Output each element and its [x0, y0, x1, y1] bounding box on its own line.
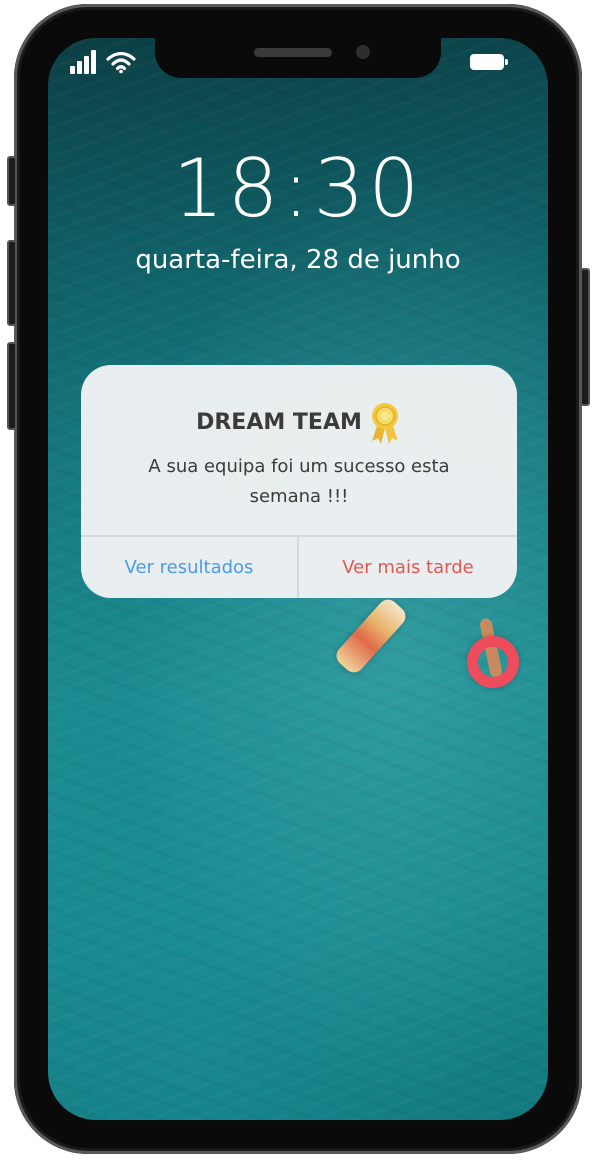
notification-message: A sua equipa foi um sucesso esta semana …	[148, 456, 450, 507]
view-results-button[interactable]: Ver resultados	[81, 537, 297, 598]
notification-title: DREAM TEAM	[196, 410, 362, 435]
notification-header: DREAM TEAM	[81, 401, 517, 445]
speaker-grille	[254, 48, 332, 57]
lock-screen-time: 18:30	[172, 142, 424, 235]
battery-full-icon	[470, 54, 508, 70]
signal-bars-icon	[70, 50, 96, 74]
front-camera	[356, 45, 370, 59]
silent-switch	[7, 156, 17, 206]
wifi-icon	[106, 51, 136, 74]
power-button	[580, 268, 590, 406]
notch	[155, 38, 441, 78]
lock-screen-date: quarta-feira, 28 de junho	[135, 245, 461, 275]
lock-screen: 18:30 quarta-feira, 28 de junho DREAM TE…	[48, 38, 548, 1120]
view-later-button[interactable]: Ver mais tarde	[299, 537, 517, 598]
volume-up-button	[7, 240, 17, 326]
award-ribbon-icon	[371, 403, 398, 444]
volume-down-button	[7, 342, 17, 430]
notification-card[interactable]: DREAM TEAM A sua equipa foi um sucesso e…	[81, 365, 517, 598]
status-bar-left	[70, 48, 136, 74]
wallpaper-swim-ring	[467, 636, 519, 688]
